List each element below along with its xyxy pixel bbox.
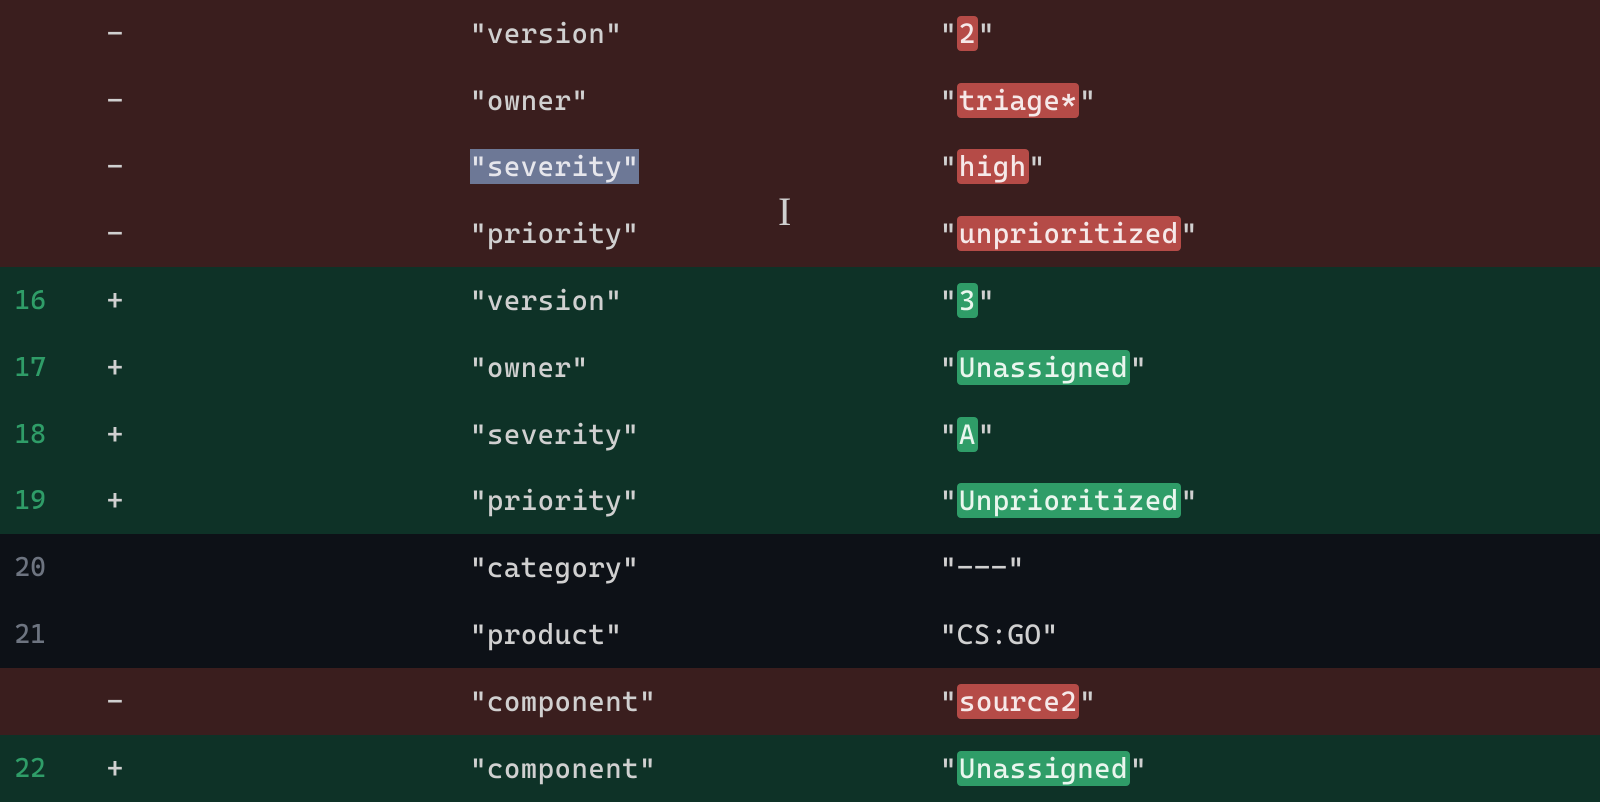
diff-highlight: Unassigned [957, 350, 1130, 385]
diff-marker: + [100, 484, 130, 517]
diff-marker: + [100, 752, 130, 785]
diff-value: "triage*" [940, 84, 1600, 117]
diff-marker: - [100, 84, 130, 117]
line-number: 19 [0, 485, 60, 516]
diff-line[interactable]: 21 "product""CS:GO" [0, 601, 1600, 668]
diff-marker: - [100, 685, 130, 718]
diff-marker: + [100, 351, 130, 384]
diff-key: "version" [470, 284, 940, 317]
diff-value: "CS:GO" [940, 618, 1600, 651]
line-number: 16 [0, 285, 60, 316]
diff-key: "component" [470, 685, 940, 718]
diff-value: "Unassigned" [940, 752, 1600, 785]
diff-line[interactable]: 18 + "severity""A" [0, 401, 1600, 468]
diff-line[interactable]: - "priority""unprioritized" [0, 200, 1600, 267]
diff-key: "version" [470, 17, 940, 50]
diff-highlight: source2 [957, 684, 1079, 719]
diff-marker: + [100, 284, 130, 317]
diff-value: "A" [940, 418, 1600, 451]
diff-key: "component" [470, 752, 940, 785]
diff-value: "high" [940, 150, 1600, 183]
diff-highlight: A [957, 417, 978, 452]
diff-marker: - [100, 150, 130, 183]
diff-line[interactable]: 16 + "version""3" [0, 267, 1600, 334]
diff-line[interactable]: 20 "category""---" [0, 534, 1600, 601]
diff-line[interactable]: 17 + "owner""Unassigned" [0, 334, 1600, 401]
diff-key: "owner" [470, 84, 940, 117]
diff-key: "priority" [470, 217, 940, 250]
diff-value: "unprioritized" [940, 217, 1600, 250]
diff-highlight: 2 [957, 16, 978, 51]
line-number: 22 [0, 753, 60, 784]
diff-marker: - [100, 217, 130, 250]
diff-highlight: Unprioritized [957, 483, 1181, 518]
diff-view[interactable]: -"version""2"-"owner""triage*"-"severity… [0, 0, 1600, 802]
diff-marker: - [100, 17, 130, 50]
diff-value: "Unassigned" [940, 351, 1600, 384]
diff-value: "source2" [940, 685, 1600, 718]
diff-line[interactable]: - "component""source2" [0, 668, 1600, 735]
diff-line[interactable]: 19 + "priority""Unprioritized" [0, 468, 1600, 535]
diff-value: "2" [940, 17, 1600, 50]
diff-key: "priority" [470, 484, 940, 517]
diff-marker: + [100, 418, 130, 451]
diff-key: "severity" [470, 418, 940, 451]
diff-highlight: high [957, 149, 1029, 184]
diff-key: "product" [470, 618, 940, 651]
diff-line[interactable]: - "severity""high" [0, 134, 1600, 201]
line-number: 20 [0, 552, 60, 583]
diff-value: "3" [940, 284, 1600, 317]
line-number: 18 [0, 419, 60, 450]
diff-key: "owner" [470, 351, 940, 384]
line-number: 17 [0, 352, 60, 383]
diff-value: "Unprioritized" [940, 484, 1600, 517]
diff-value: "---" [940, 551, 1600, 584]
diff-highlight: Unassigned [957, 751, 1130, 786]
diff-highlight: triage* [957, 83, 1079, 118]
diff-line[interactable]: - "owner""triage*" [0, 67, 1600, 134]
diff-line[interactable]: - "version""2" [0, 0, 1600, 67]
diff-highlight: 3 [957, 283, 978, 318]
diff-key: "category" [470, 551, 940, 584]
diff-highlight: unprioritized [957, 216, 1181, 251]
diff-line[interactable]: 22 + "component""Unassigned" [0, 735, 1600, 802]
diff-key: "severity" [470, 150, 940, 183]
line-number: 21 [0, 619, 60, 650]
